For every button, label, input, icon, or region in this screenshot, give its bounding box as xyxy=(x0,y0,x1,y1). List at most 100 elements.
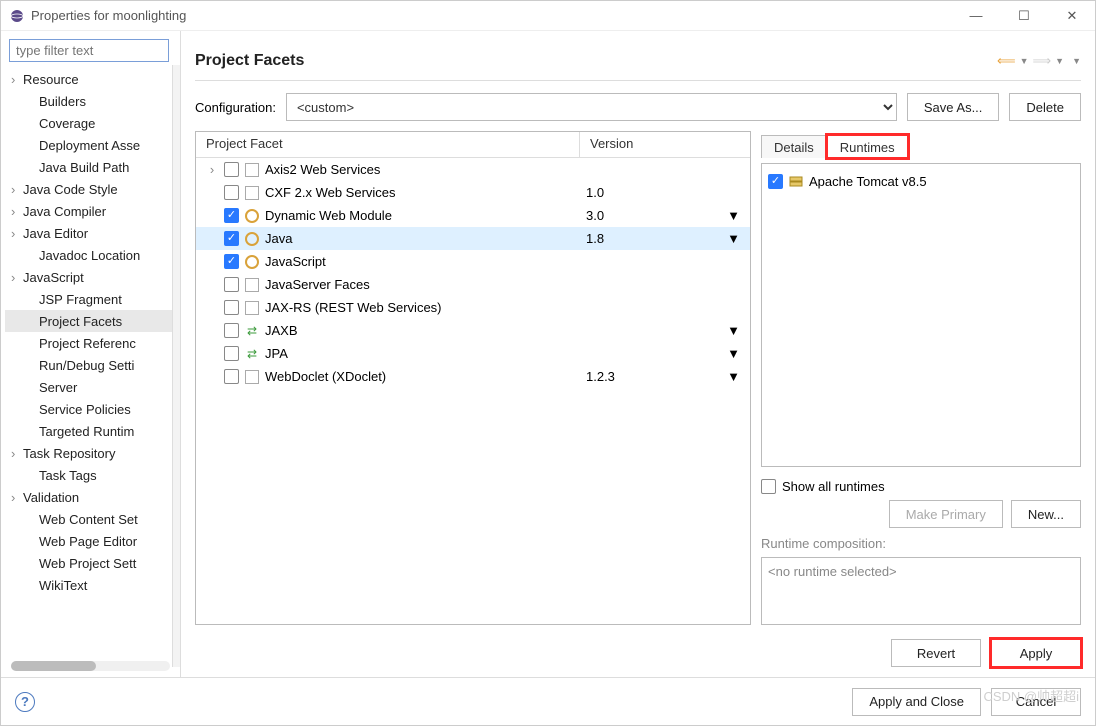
sidebar-item[interactable]: Run/Debug Setti xyxy=(5,354,176,376)
facet-checkbox[interactable] xyxy=(224,300,239,315)
sidebar-item-label: Deployment Asse xyxy=(39,138,140,153)
facet-row[interactable]: JAX-RS (REST Web Services) xyxy=(196,296,750,319)
runtimes-list[interactable]: Apache Tomcat v8.5 xyxy=(761,163,1081,467)
facet-checkbox[interactable] xyxy=(224,323,239,338)
sidebar-item[interactable]: ›Task Repository xyxy=(5,442,176,464)
doc-icon xyxy=(245,301,259,315)
sidebar-item[interactable]: Web Page Editor xyxy=(5,530,176,552)
sidebar-item-label: WikiText xyxy=(39,578,87,593)
forward-icon[interactable]: ⟹ xyxy=(1033,53,1052,69)
expand-icon[interactable]: › xyxy=(11,226,23,241)
gear-icon xyxy=(245,255,259,269)
facet-row[interactable]: CXF 2.x Web Services1.0 xyxy=(196,181,750,204)
runtime-row[interactable]: Apache Tomcat v8.5 xyxy=(768,170,1074,192)
sidebar-item[interactable]: ›Java Code Style xyxy=(5,178,176,200)
sidebar-item[interactable]: Web Project Sett xyxy=(5,552,176,574)
sidebar-vscroll[interactable] xyxy=(172,65,180,667)
facet-row[interactable]: ⇄JPA▼ xyxy=(196,342,750,365)
sidebar-item[interactable]: Server xyxy=(5,376,176,398)
minimize-icon[interactable]: — xyxy=(961,8,991,24)
facet-list[interactable]: › Axis2 Web Services CXF 2.x Web Services1… xyxy=(196,158,750,624)
make-primary-button[interactable]: Make Primary xyxy=(889,500,1003,528)
save-as-button[interactable]: Save As... xyxy=(907,93,1000,121)
facet-row[interactable]: Java1.8▼ xyxy=(196,227,750,250)
cancel-button[interactable]: Cancel xyxy=(991,688,1081,716)
version-dropdown-icon[interactable]: ▼ xyxy=(727,231,740,246)
sidebar-item[interactable]: ›JavaScript xyxy=(5,266,176,288)
facet-row[interactable]: Dynamic Web Module3.0▼ xyxy=(196,204,750,227)
version-dropdown-icon[interactable]: ▼ xyxy=(727,369,740,384)
tab-details[interactable]: Details xyxy=(761,135,827,158)
facet-row[interactable]: JavaScript xyxy=(196,250,750,273)
help-icon[interactable]: ? xyxy=(15,692,35,712)
sidebar-item[interactable]: Project Facets xyxy=(5,310,176,332)
sidebar-item[interactable]: Deployment Asse xyxy=(5,134,176,156)
facet-checkbox[interactable] xyxy=(224,162,239,177)
sidebar-item[interactable]: Builders xyxy=(5,90,176,112)
col-version[interactable]: Version xyxy=(580,132,750,158)
sidebar-item[interactable]: JSP Fragment xyxy=(5,288,176,310)
facet-checkbox[interactable] xyxy=(224,185,239,200)
facet-name: JavaServer Faces xyxy=(265,277,370,292)
facet-checkbox[interactable] xyxy=(224,346,239,361)
delete-button[interactable]: Delete xyxy=(1009,93,1081,121)
configuration-select[interactable]: <custom> xyxy=(286,93,897,121)
show-all-checkbox[interactable] xyxy=(761,479,776,494)
runtime-label: Apache Tomcat v8.5 xyxy=(809,174,927,189)
apply-and-close-button[interactable]: Apply and Close xyxy=(852,688,981,716)
sidebar-item[interactable]: WikiText xyxy=(5,574,176,596)
tab-runtimes[interactable]: Runtimes xyxy=(827,135,908,158)
sidebar-item[interactable]: Task Tags xyxy=(5,464,176,486)
facet-checkbox[interactable] xyxy=(224,231,239,246)
facet-checkbox[interactable] xyxy=(224,208,239,223)
expand-icon[interactable]: › xyxy=(11,446,23,461)
maximize-icon[interactable]: ☐ xyxy=(1009,8,1039,24)
sidebar-item[interactable]: Javadoc Location xyxy=(5,244,176,266)
new-runtime-button[interactable]: New... xyxy=(1011,500,1081,528)
sidebar-item[interactable]: ›Resource xyxy=(5,68,176,90)
facet-row[interactable]: › Axis2 Web Services xyxy=(196,158,750,181)
sidebar-item[interactable]: Targeted Runtim xyxy=(5,420,176,442)
sidebar-item[interactable]: Coverage xyxy=(5,112,176,134)
facet-checkbox[interactable] xyxy=(224,277,239,292)
back-icon[interactable]: ⟸ xyxy=(997,53,1016,69)
close-icon[interactable]: ✕ xyxy=(1057,8,1087,24)
expand-icon[interactable]: › xyxy=(11,270,23,285)
revert-button[interactable]: Revert xyxy=(891,639,981,667)
expand-icon[interactable]: › xyxy=(206,162,218,177)
facet-row[interactable]: JavaServer Faces xyxy=(196,273,750,296)
configuration-label: Configuration: xyxy=(195,100,276,115)
sidebar-item[interactable]: ›Java Editor xyxy=(5,222,176,244)
tab-bar: Details Runtimes xyxy=(761,131,1081,157)
facet-row[interactable]: ⇄JAXB▼ xyxy=(196,319,750,342)
version-dropdown-icon[interactable]: ▼ xyxy=(727,323,740,338)
version-dropdown-icon[interactable]: ▼ xyxy=(727,208,740,223)
facet-name: Axis2 Web Services xyxy=(265,162,380,177)
expand-icon[interactable]: › xyxy=(11,72,23,87)
sidebar-item[interactable]: Service Policies xyxy=(5,398,176,420)
facet-row[interactable]: WebDoclet (XDoclet)1.2.3▼ xyxy=(196,365,750,388)
facet-checkbox[interactable] xyxy=(224,254,239,269)
filter-input[interactable] xyxy=(9,39,169,62)
version-dropdown-icon[interactable]: ▼ xyxy=(727,346,740,361)
back-menu-icon[interactable]: ▼ xyxy=(1020,56,1029,66)
sidebar-item-label: Targeted Runtim xyxy=(39,424,134,439)
sidebar-item-label: Run/Debug Setti xyxy=(39,358,134,373)
sidebar-item[interactable]: Project Referenc xyxy=(5,332,176,354)
runtime-checkbox[interactable] xyxy=(768,174,783,189)
category-tree[interactable]: ›ResourceBuildersCoverage Deployment Asse… xyxy=(5,68,176,657)
view-menu-icon[interactable]: ▼ xyxy=(1072,56,1081,66)
apply-button[interactable]: Apply xyxy=(991,639,1081,667)
expand-icon[interactable]: › xyxy=(11,204,23,219)
sidebar-item[interactable]: Java Build Path xyxy=(5,156,176,178)
main-panel: Project Facets ⟸▼ ⟹▼ ▼ Configuration: <c… xyxy=(181,31,1095,677)
sidebar-item[interactable]: ›Validation xyxy=(5,486,176,508)
expand-icon[interactable]: › xyxy=(11,182,23,197)
expand-icon[interactable]: › xyxy=(11,490,23,505)
sidebar-item[interactable]: Web Content Set xyxy=(5,508,176,530)
sidebar-hscroll[interactable] xyxy=(11,661,170,671)
forward-menu-icon[interactable]: ▼ xyxy=(1055,56,1064,66)
col-project-facet[interactable]: Project Facet xyxy=(196,132,580,158)
sidebar-item[interactable]: ›Java Compiler xyxy=(5,200,176,222)
facet-checkbox[interactable] xyxy=(224,369,239,384)
